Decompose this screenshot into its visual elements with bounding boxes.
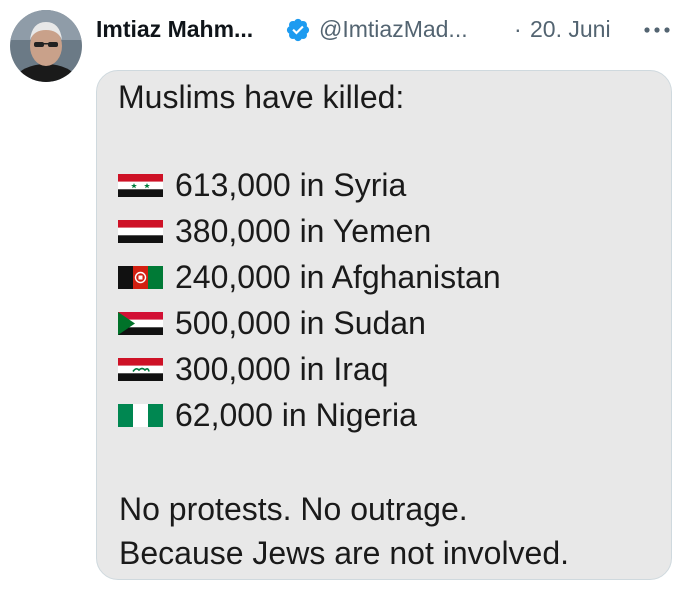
closing-line-2: Because Jews are not involved. [119,535,570,571]
list-item-text: 500,000 in Sudan [175,305,426,341]
verified-badge-icon[interactable] [285,17,311,43]
iraq-flag-icon [118,358,163,381]
list-item-text: 240,000 in Afghanistan [175,259,501,295]
separator-dot: · [514,16,522,42]
tweet-header: Imtiaz Mahm... @ImtiazMad... · 20. Juni [96,14,676,44]
list-item-text: 380,000 in Yemen [175,213,432,249]
tweet-image[interactable]: Muslims have killed: 613,000 in Syria 38… [96,70,672,580]
tweet: Imtiaz Mahm... @ImtiazMad... · 20. Juni … [0,0,686,594]
handle[interactable]: @ImtiazMad... [319,14,468,44]
closing-line-1: No protests. No outrage. [119,491,468,527]
avatar[interactable] [10,10,82,82]
display-name[interactable]: Imtiaz Mahm... [96,14,253,44]
list-item-text: 613,000 in Syria [175,167,407,203]
more-options-icon[interactable] [642,20,672,40]
nigeria-flag-icon [118,404,163,427]
afghanistan-flag-icon [118,266,163,289]
sudan-flag-icon [118,312,163,335]
list-item-text: 62,000 in Nigeria [175,397,417,433]
yemen-flag-icon [118,220,163,243]
image-heading: Muslims have killed: [118,79,405,115]
list-item-text: 300,000 in Iraq [175,351,389,387]
tweet-date[interactable]: 20. Juni [530,14,611,44]
syria-flag-icon [118,174,163,197]
